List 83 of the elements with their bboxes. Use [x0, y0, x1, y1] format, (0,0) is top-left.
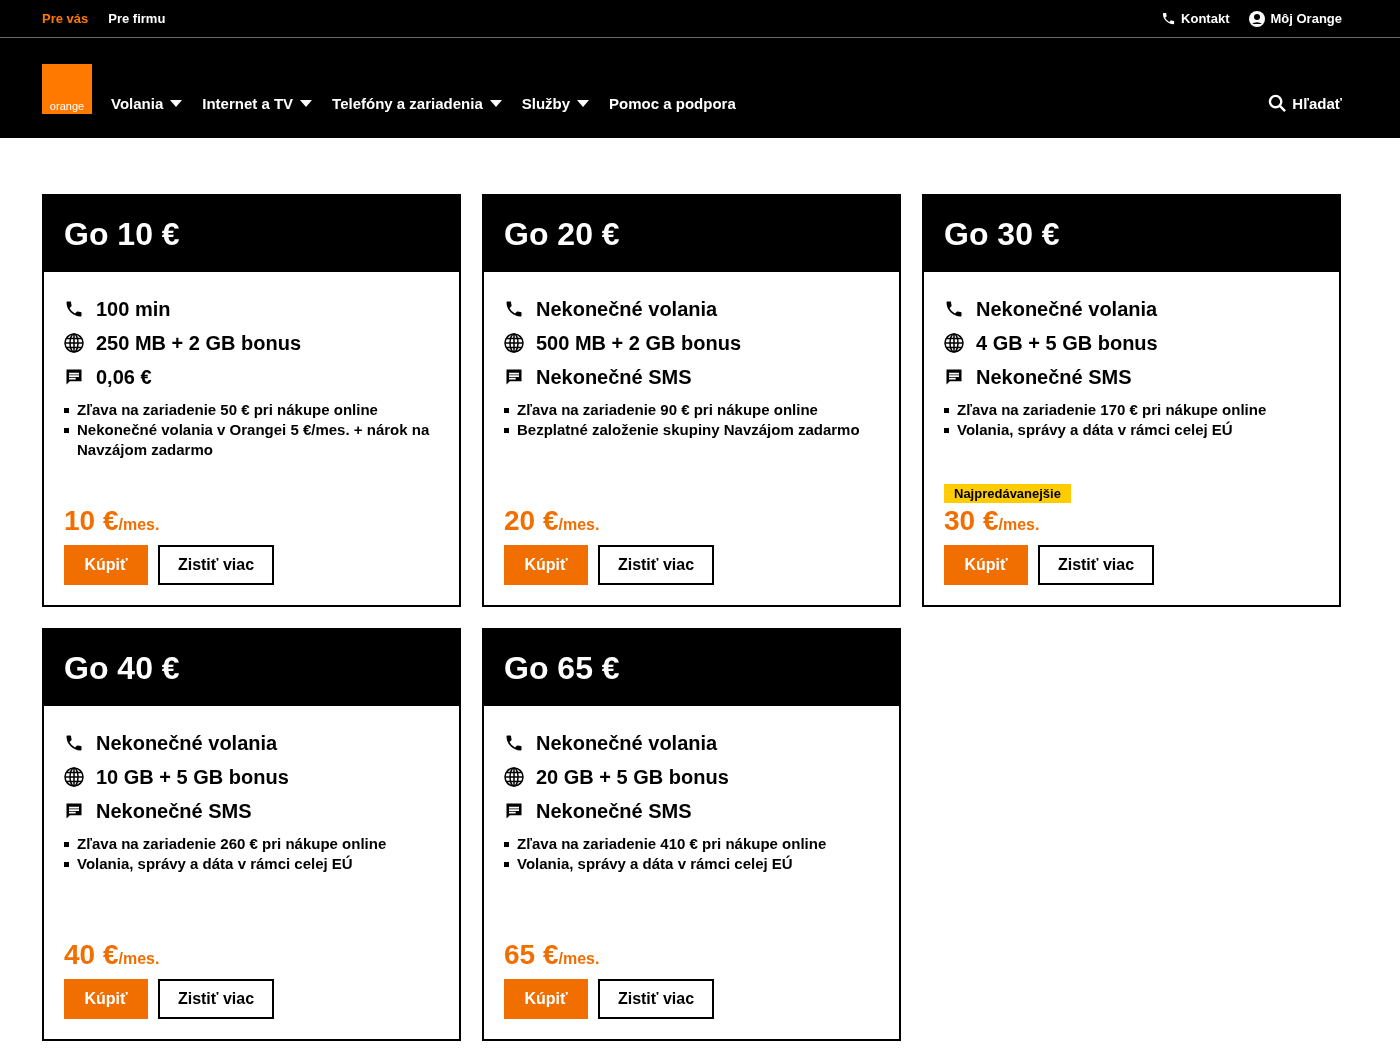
- bestseller-badge: Najpredávanejšie: [944, 484, 1071, 503]
- plan-title: Go 40 €: [44, 630, 459, 706]
- bullet-icon: [504, 408, 509, 413]
- price: 20 €/mes.: [504, 505, 601, 537]
- feature-text: Nekonečné SMS: [96, 799, 252, 823]
- more-button[interactable]: Zistiť viac: [598, 545, 714, 585]
- feature-text: Nekonečné volania: [976, 297, 1158, 321]
- bullet-icon: [504, 862, 509, 867]
- plan-title: Go 65 €: [484, 630, 899, 706]
- nav-item[interactable]: Služby: [521, 94, 590, 112]
- phone-icon: [504, 299, 524, 319]
- bullet-icon: [504, 842, 509, 847]
- bullet-icon: [64, 842, 69, 847]
- more-button[interactable]: Zistiť viac: [1038, 545, 1154, 585]
- user-icon: [1249, 10, 1266, 27]
- feature-text: Nekonečné SMS: [536, 365, 692, 389]
- feature-text: Nekonečné SMS: [536, 799, 692, 823]
- caret-icon: [577, 99, 590, 107]
- message-icon: [504, 367, 524, 387]
- feature-text: 10 GB + 5 GB bonus: [96, 765, 289, 789]
- benefit-text: Zľava na zariadenie 50 € pri nákupe online: [77, 400, 378, 420]
- phone-icon: [944, 299, 964, 319]
- feature-text: Nekonečné volania: [96, 731, 278, 755]
- nav-item[interactable]: Telefóny a zariadenia: [332, 94, 502, 112]
- caret-icon: [489, 99, 502, 107]
- phone-icon: [64, 299, 84, 319]
- benefit-text: Bezplatné založenie skupiny Navzájom zadarmo: [517, 420, 860, 440]
- feature-text: 100 min: [96, 297, 171, 321]
- globe-icon: [504, 333, 524, 353]
- price: 65 €/mes.: [504, 939, 601, 971]
- phone-icon: [1161, 11, 1177, 26]
- feature-text: 20 GB + 5 GB bonus: [536, 765, 729, 789]
- nav-item[interactable]: Internet a TV: [202, 94, 313, 112]
- phone-icon: [64, 733, 84, 753]
- more-button[interactable]: Zistiť viac: [598, 979, 714, 1019]
- nav-item[interactable]: Volania: [111, 94, 183, 112]
- plan-title: Go 30 €: [924, 196, 1339, 272]
- bullet-icon: [504, 428, 509, 433]
- segment-link[interactable]: Pre firmu: [108, 11, 166, 26]
- top-link[interactable]: Kontakt: [1161, 11, 1230, 26]
- message-icon: [64, 801, 84, 821]
- bullet-icon: [944, 428, 949, 433]
- segment-link[interactable]: Pre vás: [42, 11, 89, 26]
- price: 40 €/mes.: [64, 939, 161, 971]
- top-link[interactable]: Môj Orange: [1249, 10, 1342, 27]
- bullet-icon: [64, 408, 69, 413]
- feature-text: 4 GB + 5 GB bonus: [976, 331, 1158, 355]
- benefit-text: Volania, správy a dáta v rámci celej EÚ: [957, 420, 1233, 440]
- feature-text: 0,06 €: [96, 365, 152, 389]
- search-icon: [1268, 93, 1288, 113]
- benefit-text: Zľava na zariadenie 170 € pri nákupe online: [957, 400, 1267, 420]
- globe-icon: [944, 333, 964, 353]
- feature-text: Nekonečné volania: [536, 297, 718, 321]
- globe-icon: [64, 333, 84, 353]
- price: 30 €/mes.: [944, 505, 1041, 537]
- feature-text: 250 MB + 2 GB bonus: [96, 331, 302, 355]
- message-icon: [944, 367, 964, 387]
- more-button[interactable]: Zistiť viac: [158, 545, 274, 585]
- message-icon: [64, 367, 84, 387]
- nav-item[interactable]: Pomoc a podpora: [609, 94, 736, 112]
- benefit-text: Zľava na zariadenie 410 € pri nákupe online: [517, 834, 827, 854]
- bullet-icon: [944, 408, 949, 413]
- bullet-icon: [64, 862, 69, 867]
- plan-title: Go 20 €: [484, 196, 899, 272]
- feature-text: Nekonečné volania: [536, 731, 718, 755]
- plan-title: Go 10 €: [44, 196, 459, 272]
- benefit-text: Zľava na zariadenie 90 € pri nákupe online: [517, 400, 818, 420]
- globe-icon: [64, 767, 84, 787]
- search-link[interactable]: Hľadať: [1268, 93, 1342, 113]
- phone-icon: [504, 733, 524, 753]
- message-icon: [504, 801, 524, 821]
- feature-text: Nekonečné SMS: [976, 365, 1132, 389]
- price: 10 €/mes.: [64, 505, 161, 537]
- benefit-text: Zľava na zariadenie 260 € pri nákupe online: [77, 834, 387, 854]
- benefit-text: Volania, správy a dáta v rámci celej EÚ: [77, 854, 353, 874]
- globe-icon: [504, 767, 524, 787]
- feature-text: 500 MB + 2 GB bonus: [536, 331, 742, 355]
- bullet-icon: [64, 428, 69, 433]
- caret-icon: [300, 99, 313, 107]
- benefit-text: Nekonečné volania v Orangei 5 €/mes. + nárok na Navzájom zadarmo: [77, 420, 431, 460]
- more-button[interactable]: Zistiť viac: [158, 979, 274, 1019]
- caret-icon: [170, 99, 183, 107]
- benefit-text: Volania, správy a dáta v rámci celej EÚ: [517, 854, 793, 874]
